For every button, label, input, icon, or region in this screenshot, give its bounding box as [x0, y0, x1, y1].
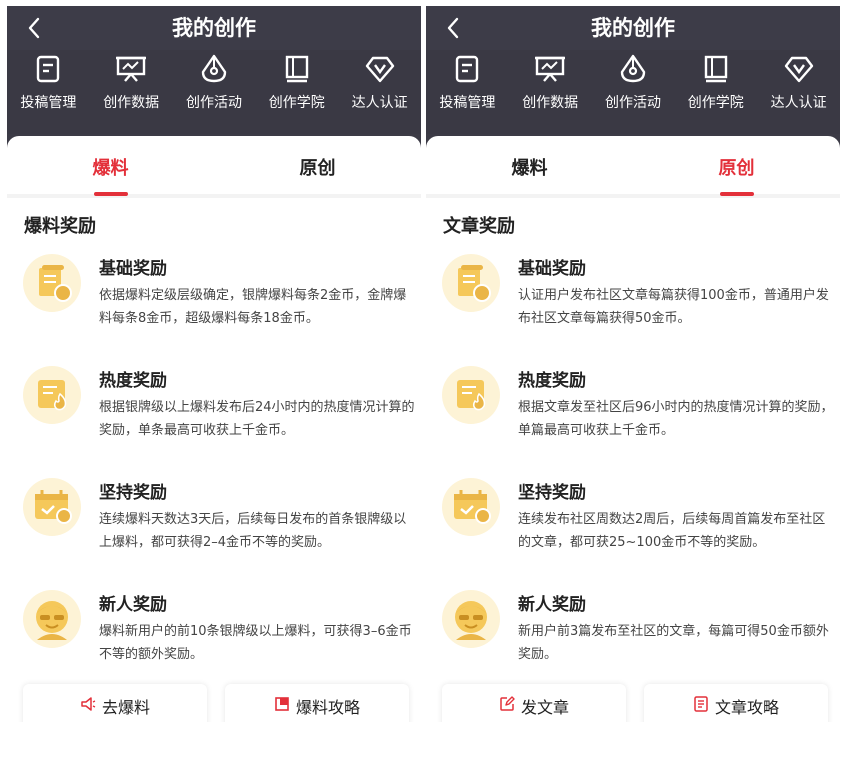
chevron-left-icon	[447, 17, 459, 39]
chart-board-icon	[535, 54, 566, 84]
nav-creation-academy[interactable]: 创作学院	[674, 50, 757, 134]
reward-item-newcomer: 新人奖励 新用户前3篇发布至社区的文章，每篇可得50金币额外奖励。	[442, 590, 832, 690]
nav-creation-data[interactable]: 创作数据	[90, 50, 173, 134]
reward-description: 爆料新用户的前10条银牌级以上爆料，可获得3–6金币不等的额外奖励。	[99, 624, 412, 662]
reward-description: 根据银牌级以上爆料发布后24小时内的热度情况计算的奖励，单条最高可收获上千金币。	[99, 400, 415, 438]
guide-button[interactable]: 爆料攻略	[225, 684, 409, 722]
reward-item-persistence: 坚持奖励 连续发布社区周数达2周后，后续每周首篇发布至社区的文章，都可获25~1…	[442, 478, 832, 578]
flame-document-icon	[23, 366, 81, 424]
tab-bar: 爆料 原创	[426, 136, 840, 198]
nav-creation-activity[interactable]: 创作活动	[592, 50, 675, 134]
reward-description: 依据爆料定级层级确定，银牌爆料每条2金币，金牌爆料每条8金币，超级爆料每条18金…	[99, 288, 407, 326]
nav-label: 创作活动	[185, 95, 242, 111]
nav-creation-activity[interactable]: 创作活动	[173, 50, 256, 134]
section-title: 爆料奖励	[24, 216, 96, 237]
tab-baoliao[interactable]: 爆料	[7, 136, 214, 196]
creation-page-panel-original: 我的创作 投稿管理 创作数据 创作活动 创作学院 达人认证 爆料 原创 文章奖励…	[426, 6, 840, 722]
page-title: 我的创作	[172, 16, 256, 40]
reward-name: 新人奖励	[99, 595, 167, 615]
newcomer-avatar-icon	[23, 590, 81, 648]
reward-item-popularity: 热度奖励 根据文章发至社区后96小时内的热度情况计算的奖励，单篇最高可收获上千金…	[442, 366, 834, 466]
nav-submission-management[interactable]: 投稿管理	[7, 50, 90, 134]
reward-name: 坚持奖励	[99, 483, 167, 503]
tab-original[interactable]: 原创	[214, 136, 421, 194]
reward-item-basic: 基础奖励 认证用户发布社区文章每篇获得100金币，普通用户发布社区文章每篇获得5…	[442, 254, 832, 354]
scroll-coin-icon	[442, 254, 500, 312]
nav-label: 达人认证	[770, 95, 827, 111]
action-label: 去爆料	[101, 698, 150, 717]
nav-label: 达人认证	[351, 95, 408, 111]
action-bar: 发文章 文章攻略	[442, 684, 828, 722]
nav-label: 创作活动	[604, 95, 661, 111]
back-button[interactable]	[17, 11, 51, 45]
reward-description: 新用户前3篇发布至社区的文章，每篇可得50金币额外奖励。	[518, 624, 829, 662]
tab-bar: 爆料 原创	[7, 136, 421, 198]
reward-item-persistence: 坚持奖励 连续爆料天数达3天后，后续每日发布的首条银牌级以上爆料，都可获得2–4…	[23, 478, 413, 578]
nav-expert-certification[interactable]: 达人认证	[338, 50, 421, 134]
calendar-check-icon	[442, 478, 500, 536]
nav-creation-data[interactable]: 创作数据	[509, 50, 592, 134]
primary-action-button[interactable]: 去爆料	[23, 684, 207, 722]
reward-name: 基础奖励	[518, 259, 586, 279]
nav-label: 创作数据	[103, 95, 160, 111]
guide-book-icon	[274, 696, 290, 712]
top-bar: 我的创作	[7, 6, 421, 50]
reward-name: 热度奖励	[518, 371, 586, 391]
section-title: 文章奖励	[443, 216, 515, 237]
reward-name: 新人奖励	[518, 595, 586, 615]
action-label: 文章攻略	[714, 698, 779, 717]
guide-list-icon	[693, 696, 709, 712]
book-icon	[282, 54, 312, 84]
document-edit-icon	[452, 54, 482, 84]
content-card: 爆料 原创 爆料奖励 基础奖励 依据爆料定级层级确定，银牌爆料每条2金币，金牌爆…	[7, 136, 421, 722]
document-edit-icon	[33, 54, 63, 84]
primary-action-button[interactable]: 发文章	[442, 684, 626, 722]
reward-item-newcomer: 新人奖励 爆料新用户的前10条银牌级以上爆料，可获得3–6金币不等的额外奖励。	[23, 590, 413, 690]
flame-document-icon	[442, 366, 500, 424]
creation-page-panel-baoliao: 我的创作 投稿管理 创作数据 创作活动 创作学院 达人认证 爆料 原创 爆料奖励…	[7, 6, 421, 722]
diamond-v-icon	[784, 54, 814, 84]
megaphone-icon	[80, 696, 96, 712]
reward-name: 热度奖励	[99, 371, 167, 391]
action-label: 爆料攻略	[295, 698, 360, 717]
creation-nav-bar: 投稿管理 创作数据 创作活动 创作学院 达人认证	[7, 50, 421, 134]
reward-description: 认证用户发布社区文章每篇获得100金币，普通用户发布社区文章每篇获得50金币。	[518, 288, 829, 326]
chevron-left-icon	[28, 17, 40, 39]
scroll-coin-icon	[23, 254, 81, 312]
reward-item-popularity: 热度奖励 根据银牌级以上爆料发布后24小时内的热度情况计算的奖励，单条最高可收获…	[23, 366, 415, 466]
nav-submission-management[interactable]: 投稿管理	[426, 50, 509, 134]
back-button[interactable]	[436, 11, 470, 45]
nav-expert-certification[interactable]: 达人认证	[757, 50, 840, 134]
diamond-v-icon	[365, 54, 395, 84]
tab-original[interactable]: 原创	[633, 136, 840, 196]
nav-label: 创作学院	[687, 95, 744, 111]
tab-baoliao[interactable]: 爆料	[426, 136, 633, 194]
nav-label: 投稿管理	[439, 95, 496, 111]
reward-description: 连续爆料天数达3天后，后续每日发布的首条银牌级以上爆料，都可获得2–4金币不等的…	[99, 512, 407, 550]
pen-nib-icon	[618, 54, 648, 84]
page-title: 我的创作	[591, 16, 675, 40]
reward-item-basic: 基础奖励 依据爆料定级层级确定，银牌爆料每条2金币，金牌爆料每条8金币，超级爆料…	[23, 254, 413, 354]
action-bar: 去爆料 爆料攻略	[23, 684, 409, 722]
reward-description: 根据文章发至社区后96小时内的热度情况计算的奖励，单篇最高可收获上千金币。	[518, 400, 834, 438]
action-label: 发文章	[520, 698, 569, 717]
book-icon	[701, 54, 731, 84]
creation-nav-bar: 投稿管理 创作数据 创作活动 创作学院 达人认证	[426, 50, 840, 134]
edit-square-icon	[499, 696, 515, 712]
reward-description: 连续发布社区周数达2周后，后续每周首篇发布至社区的文章，都可获25~100金币不…	[518, 512, 826, 550]
content-card: 爆料 原创 文章奖励 基础奖励 认证用户发布社区文章每篇获得100金币，普通用户…	[426, 136, 840, 722]
nav-label: 投稿管理	[20, 95, 77, 111]
nav-label: 创作学院	[268, 95, 325, 111]
nav-creation-academy[interactable]: 创作学院	[255, 50, 338, 134]
top-bar: 我的创作	[426, 6, 840, 50]
chart-board-icon	[116, 54, 147, 84]
reward-name: 坚持奖励	[518, 483, 586, 503]
nav-label: 创作数据	[522, 95, 579, 111]
reward-name: 基础奖励	[99, 259, 167, 279]
newcomer-avatar-icon	[442, 590, 500, 648]
pen-nib-icon	[199, 54, 229, 84]
guide-button[interactable]: 文章攻略	[644, 684, 828, 722]
calendar-check-icon	[23, 478, 81, 536]
